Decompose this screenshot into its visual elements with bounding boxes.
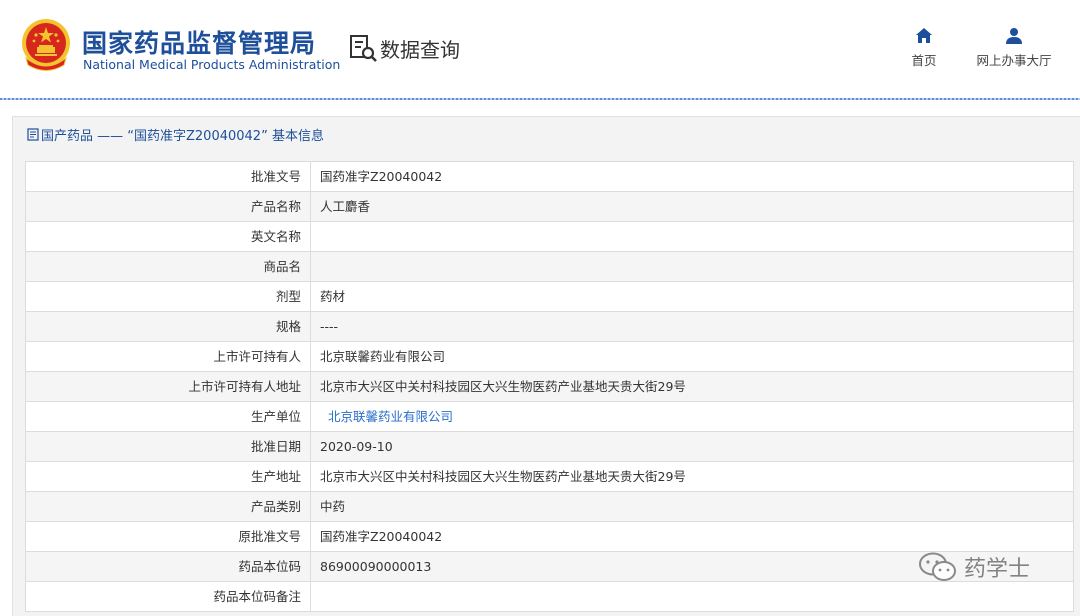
user-icon xyxy=(1006,28,1022,44)
table-row: 产品名称 人工麝香 xyxy=(26,192,1074,222)
row-value: 人工麝香 xyxy=(311,192,1074,221)
row-label: 批准文号 xyxy=(26,162,311,191)
table-row: 产品类别 中药 xyxy=(26,492,1074,522)
table-row: 上市许可持有人 北京联馨药业有限公司 xyxy=(26,342,1074,372)
row-value: 2020-09-10 xyxy=(311,432,1074,461)
section-title: 数据查询 xyxy=(380,37,460,62)
table-row: 批准日期 2020-09-10 xyxy=(26,432,1074,462)
row-label: 生产地址 xyxy=(26,462,311,491)
row-value xyxy=(311,222,1074,251)
table-row: 药品本位码 86900090000013 xyxy=(26,552,1074,582)
table-row: 规格 ---- xyxy=(26,312,1074,342)
document-icon xyxy=(27,128,39,141)
row-value xyxy=(311,252,1074,281)
home-icon xyxy=(916,28,932,43)
nav-home[interactable]: 首页 xyxy=(903,27,945,69)
site-header: 国家药品监督管理局 National Medical Products Admi… xyxy=(0,0,1080,98)
data-query-heading: 数据查询 xyxy=(348,33,460,63)
org-name-cn: 国家药品监督管理局 xyxy=(82,29,317,58)
row-label: 批准日期 xyxy=(26,432,311,461)
detail-panel: 国产药品 —— “国药准字Z20040042” 基本信息 批准文号 国药准字Z20… xyxy=(12,116,1080,616)
row-value: 国药准字Z20040042 xyxy=(311,522,1074,551)
row-value: 北京市大兴区中关村科技园区大兴生物医药产业基地天贵大街29号 xyxy=(311,372,1074,401)
row-label: 产品类别 xyxy=(26,492,311,521)
table-row: 生产地址 北京市大兴区中关村科技园区大兴生物医药产业基地天贵大街29号 xyxy=(26,462,1074,492)
table-row: 药品本位码备注 xyxy=(26,582,1074,612)
table-row: 原批准文号 国药准字Z20040042 xyxy=(26,522,1074,552)
row-value-link[interactable]: 北京联馨药业有限公司 xyxy=(311,402,1074,431)
row-value: 国药准字Z20040042 xyxy=(311,162,1074,191)
table-row: 英文名称 xyxy=(26,222,1074,252)
row-label: 上市许可持有人地址 xyxy=(26,372,311,401)
row-value xyxy=(311,582,1074,611)
row-value: 中药 xyxy=(311,492,1074,521)
row-value: 北京市大兴区中关村科技园区大兴生物医药产业基地天贵大街29号 xyxy=(311,462,1074,491)
nav-online-hall-label: 网上办事大厅 xyxy=(976,53,1052,68)
row-label: 产品名称 xyxy=(26,192,311,221)
header-divider xyxy=(0,98,1080,100)
row-value: 北京联馨药业有限公司 xyxy=(311,342,1074,371)
row-value: ---- xyxy=(311,312,1074,341)
watermark-text: 药学士 xyxy=(964,557,1031,582)
detail-table: 批准文号 国药准字Z20040042 产品名称 人工麝香 英文名称 商品名 剂型 药材 规格 --… xyxy=(25,161,1074,612)
wechat-icon xyxy=(919,552,956,581)
row-label: 上市许可持有人 xyxy=(26,342,311,371)
table-row: 商品名 xyxy=(26,252,1074,282)
nav-home-label: 首页 xyxy=(911,53,937,68)
nav-online-hall[interactable]: 网上办事大厅 xyxy=(972,27,1056,69)
row-label: 英文名称 xyxy=(26,222,311,251)
row-value: 药材 xyxy=(311,282,1074,311)
document-search-icon xyxy=(350,35,377,62)
row-label: 生产单位 xyxy=(26,402,311,431)
panel-title-text: 国产药品 —— “国药准字Z20040042” 基本信息 xyxy=(41,129,324,144)
row-label: 原批准文号 xyxy=(26,522,311,551)
panel-title: 国产药品 —— “国药准字Z20040042” 基本信息 xyxy=(27,125,324,144)
row-label: 药品本位码 xyxy=(26,552,311,581)
watermark: 药学士 xyxy=(918,551,1030,583)
row-label: 规格 xyxy=(26,312,311,341)
row-label: 剂型 xyxy=(26,282,311,311)
table-row: 剂型 药材 xyxy=(26,282,1074,312)
row-label: 药品本位码备注 xyxy=(26,582,311,611)
row-label: 商品名 xyxy=(26,252,311,281)
table-row: 批准文号 国药准字Z20040042 xyxy=(26,162,1074,192)
table-row: 上市许可持有人地址 北京市大兴区中关村科技园区大兴生物医药产业基地天贵大街29号 xyxy=(26,372,1074,402)
national-emblem-icon xyxy=(22,19,70,71)
table-row: 生产单位 北京联馨药业有限公司 xyxy=(26,402,1074,432)
org-name-en: National Medical Products Administration xyxy=(83,57,341,72)
